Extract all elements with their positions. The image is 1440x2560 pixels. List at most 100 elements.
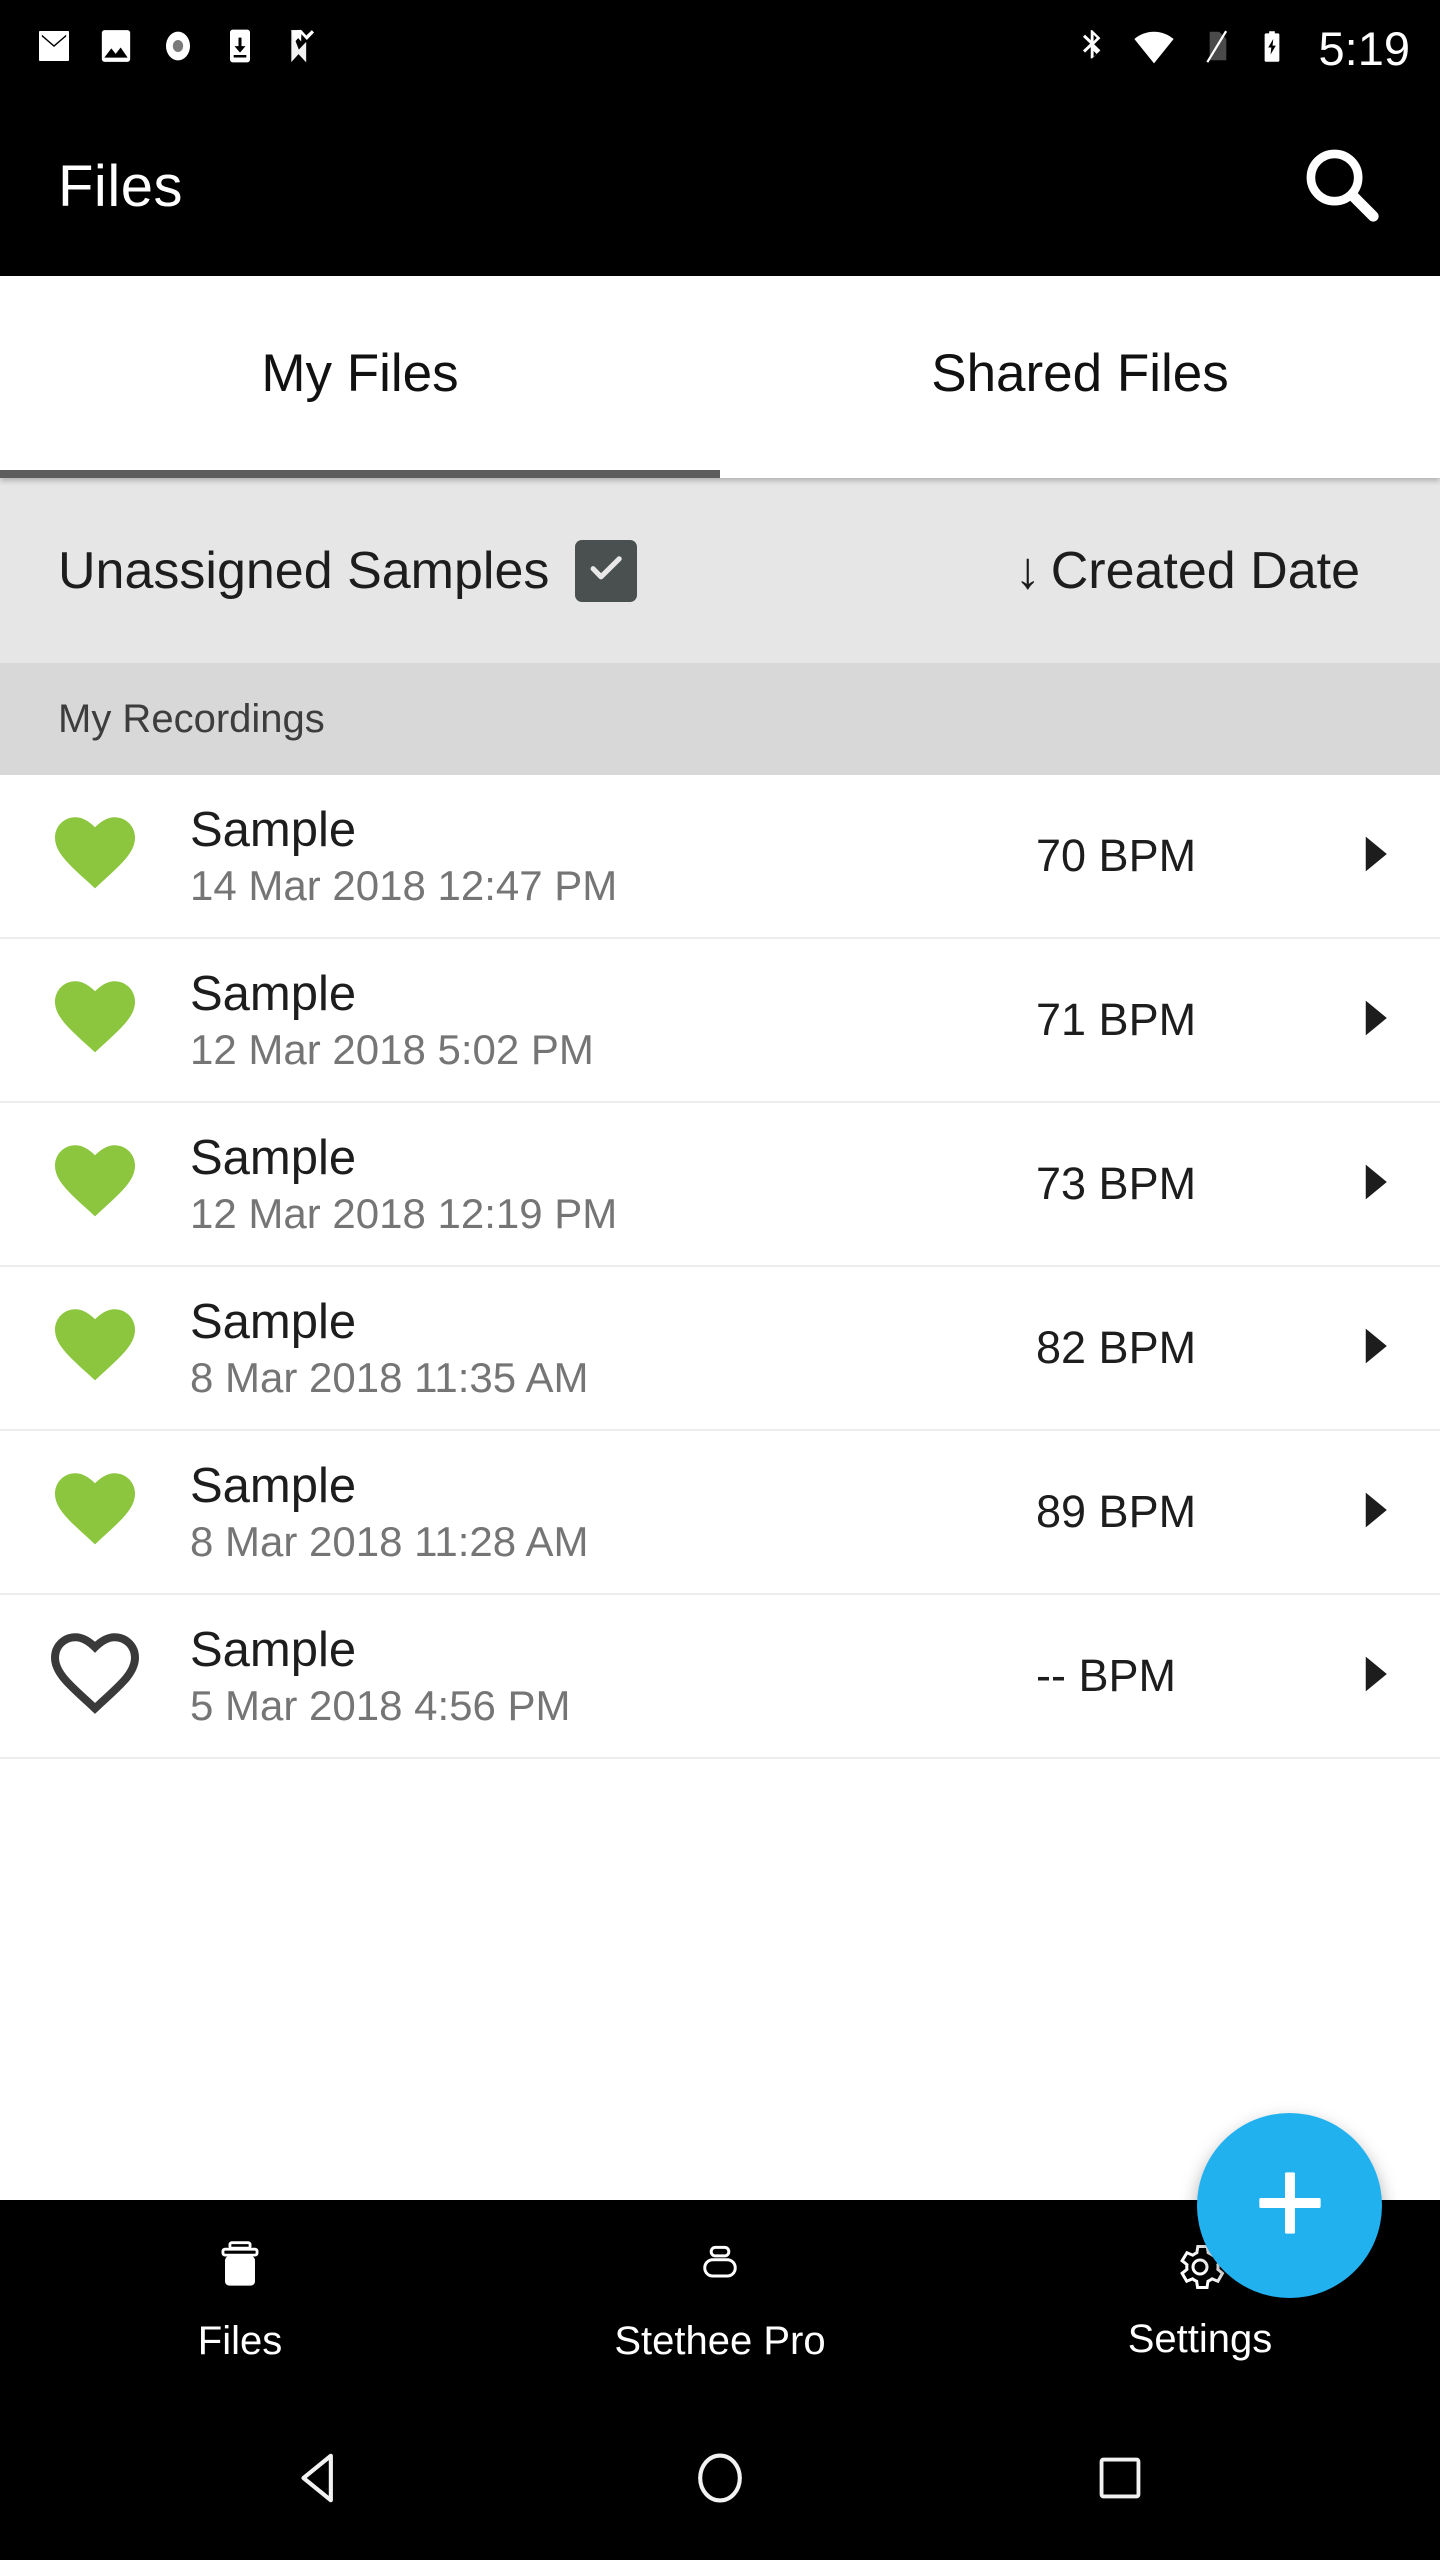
- unassigned-samples-label: Unassigned Samples: [58, 541, 550, 600]
- search-button[interactable]: [1286, 131, 1396, 241]
- bluetooth-icon: [1073, 24, 1111, 73]
- recordings-list[interactable]: Sample 14 Mar 2018 12:47 PM 70 BPM Sample 12…: [0, 775, 1440, 2200]
- table-row[interactable]: Sample 12 Mar 2018 5:02 PM 71 BPM: [0, 939, 1440, 1103]
- table-row[interactable]: Sample 5 Mar 2018 4:56 PM -- BPM: [0, 1595, 1440, 1759]
- heart-icon: [47, 1298, 143, 1399]
- chevron-right-icon: [1352, 828, 1396, 885]
- section-header-label: My Recordings: [58, 696, 325, 741]
- chevron-right-icon: [1352, 1648, 1396, 1705]
- app-screen: 5:19 Files My Files Shared Files Unassig…: [0, 0, 1440, 2560]
- recording-date: 5 Mar 2018 4:56 PM: [190, 1681, 571, 1729]
- system-home-button[interactable]: [650, 2410, 790, 2550]
- gmail-icon: [34, 26, 74, 71]
- heart-icon: [47, 1462, 143, 1563]
- heart-icon: [47, 1134, 143, 1235]
- favorite-toggle[interactable]: [0, 1462, 190, 1563]
- recording-date: 12 Mar 2018 5:02 PM: [190, 1025, 594, 1073]
- system-back-button[interactable]: [250, 2410, 390, 2550]
- heart-icon: [47, 1626, 143, 1727]
- open-recording-chevron[interactable]: [1326, 1484, 1396, 1541]
- recording-title: Sample: [190, 1459, 357, 1514]
- favorite-toggle[interactable]: [0, 970, 190, 1071]
- add-recording-fab[interactable]: [1197, 2113, 1382, 2298]
- recording-title: Sample: [190, 1623, 357, 1678]
- home-circle-icon: [691, 2449, 749, 2512]
- search-icon: [1298, 141, 1384, 232]
- chevron-right-icon: [1352, 992, 1396, 1049]
- chevron-right-icon: [1352, 1156, 1396, 1213]
- sort-control[interactable]: ↓ Created Date: [1015, 541, 1382, 601]
- app-bar-actions: [1286, 131, 1396, 241]
- no-sim-icon: [1197, 24, 1235, 73]
- open-recording-chevron[interactable]: [1326, 828, 1396, 885]
- recording-date: 8 Mar 2018 11:28 AM: [190, 1517, 589, 1565]
- battery-charging-icon: [1255, 23, 1289, 74]
- status-bar: 5:19: [0, 0, 1440, 96]
- status-bar-clock: 5:19: [1318, 21, 1410, 75]
- unassigned-samples-checkbox[interactable]: [575, 539, 638, 602]
- recording-title: Sample: [190, 967, 357, 1022]
- favorite-toggle[interactable]: [0, 1626, 190, 1727]
- recording-date: 12 Mar 2018 12:19 PM: [190, 1189, 618, 1237]
- checkmark-flag-icon: [282, 26, 322, 71]
- row-text-block: Sample 12 Mar 2018 12:19 PM: [190, 1131, 1026, 1237]
- nav-item-settings[interactable]: Settings: [960, 2238, 1440, 2362]
- chevron-right-icon: [1352, 1484, 1396, 1541]
- tab-shared-files-label: Shared Files: [931, 343, 1229, 403]
- table-row[interactable]: Sample 12 Mar 2018 12:19 PM 73 BPM: [0, 1103, 1440, 1267]
- sort-field-label: Created Date: [1050, 541, 1360, 600]
- nav-item-stethee-pro-label: Stethee Pro: [614, 2319, 826, 2363]
- photos-icon: [96, 26, 136, 71]
- briefcase-icon: [209, 2236, 271, 2303]
- recording-title: Sample: [190, 1295, 357, 1350]
- recording-date: 8 Mar 2018 11:35 AM: [190, 1353, 589, 1401]
- favorite-toggle[interactable]: [0, 1134, 190, 1235]
- nav-item-files[interactable]: Files: [0, 2236, 480, 2364]
- status-bar-notifications: [34, 26, 322, 71]
- section-header-my-recordings: My Recordings: [0, 663, 1440, 775]
- recording-title: Sample: [190, 803, 357, 858]
- heart-icon: [47, 806, 143, 907]
- system-recents-button[interactable]: [1050, 2410, 1190, 2550]
- row-text-block: Sample 8 Mar 2018 11:35 AM: [190, 1295, 1026, 1401]
- row-text-block: Sample 12 Mar 2018 5:02 PM: [190, 967, 1026, 1073]
- recording-bpm: -- BPM: [1036, 1650, 1176, 1701]
- tab-bar: My Files Shared Files: [0, 276, 1440, 478]
- download-to-device-icon: [220, 26, 260, 71]
- open-recording-chevron[interactable]: [1326, 1648, 1396, 1705]
- row-text-block: Sample 14 Mar 2018 12:47 PM: [190, 803, 1026, 909]
- recording-bpm: 70 BPM: [1036, 830, 1197, 881]
- sort-descending-arrow-icon: ↓: [1014, 541, 1041, 600]
- open-recording-chevron[interactable]: [1326, 1320, 1396, 1377]
- unassigned-samples-filter[interactable]: Unassigned Samples: [58, 539, 638, 602]
- tab-shared-files[interactable]: Shared Files: [720, 276, 1440, 478]
- table-row[interactable]: Sample 8 Mar 2018 11:35 AM 82 BPM: [0, 1267, 1440, 1431]
- favorite-toggle[interactable]: [0, 806, 190, 907]
- checkmark-icon: [584, 546, 628, 595]
- recording-bpm: 82 BPM: [1036, 1322, 1197, 1373]
- chevron-right-icon: [1352, 1320, 1396, 1377]
- tab-active-indicator: [0, 470, 720, 478]
- app-bar: Files: [0, 96, 1440, 276]
- open-recording-chevron[interactable]: [1326, 992, 1396, 1049]
- heart-icon: [47, 970, 143, 1071]
- tab-my-files-label: My Files: [261, 343, 459, 403]
- system-navigation-bar: [0, 2400, 1440, 2560]
- favorite-toggle[interactable]: [0, 1298, 190, 1399]
- recording-date: 14 Mar 2018 12:47 PM: [190, 861, 618, 909]
- record-icon: [158, 26, 198, 71]
- recording-bpm: 89 BPM: [1036, 1486, 1197, 1537]
- recording-bpm: 73 BPM: [1036, 1158, 1197, 1209]
- table-row[interactable]: Sample 14 Mar 2018 12:47 PM 70 BPM: [0, 775, 1440, 939]
- tab-my-files[interactable]: My Files: [0, 276, 720, 478]
- row-text-block: Sample 8 Mar 2018 11:28 AM: [190, 1459, 1026, 1565]
- table-row[interactable]: Sample 8 Mar 2018 11:28 AM 89 BPM: [0, 1431, 1440, 1595]
- device-icon: [689, 2236, 751, 2303]
- nav-item-settings-label: Settings: [1127, 2317, 1273, 2361]
- recording-title: Sample: [190, 1131, 357, 1186]
- nav-item-stethee-pro[interactable]: Stethee Pro: [480, 2236, 960, 2364]
- recents-square-icon: [1093, 2451, 1147, 2510]
- plus-icon: [1244, 2157, 1336, 2254]
- open-recording-chevron[interactable]: [1326, 1156, 1396, 1213]
- filter-sort-bar: Unassigned Samples ↓ Created Date: [0, 478, 1440, 663]
